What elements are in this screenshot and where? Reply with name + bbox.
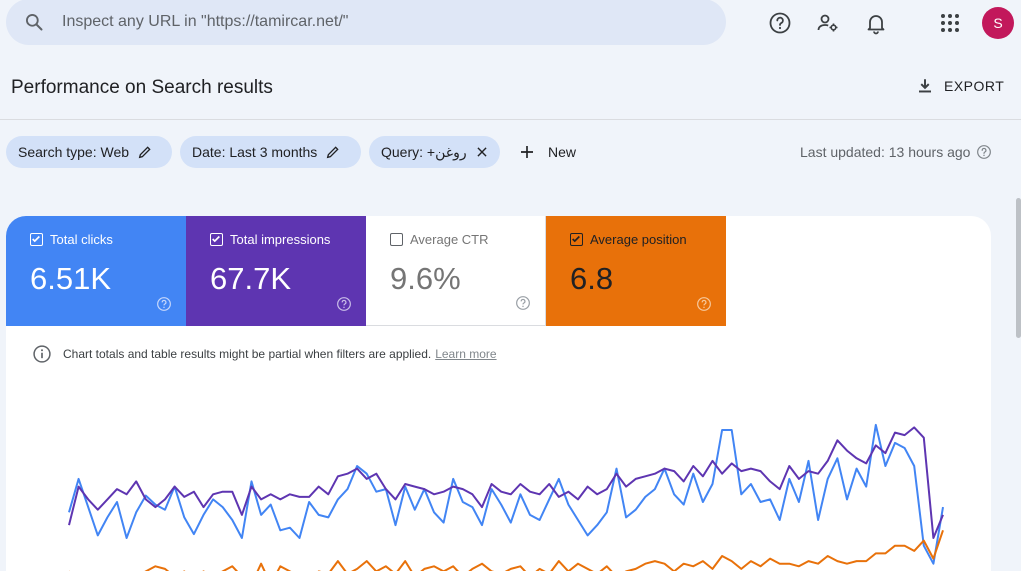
edit-icon[interactable] [325,144,341,160]
search-icon [26,14,43,31]
last-updated: Last updated: 13 hours ago [800,136,992,168]
performance-card: Total clicks 6.51K Total impressions 67.… [6,216,991,571]
info-icon [33,345,51,363]
metric-average-ctr[interactable]: Average CTR 9.6% [366,216,546,326]
notice-text: Chart totals and table results might be … [63,347,432,361]
series-line-average-position [69,529,944,571]
metric-total-impressions[interactable]: Total impressions 67.7K [186,216,366,326]
metric-value: 6.51K [30,261,112,296]
series-line-total-clicks [68,423,944,565]
help-icon[interactable] [156,296,172,312]
download-icon [919,79,931,93]
help-icon[interactable] [976,144,992,160]
export-label: EXPORT [944,78,1005,94]
checkbox-checked-icon[interactable] [570,233,583,246]
divider [0,119,1021,120]
metric-value: 6.8 [570,261,614,296]
close-icon[interactable] [475,145,489,159]
chip-label: Date: Last 3 months [192,144,318,160]
plus-icon [521,146,533,158]
help-icon[interactable] [768,11,792,35]
page-title: Performance on Search results [11,77,273,98]
metric-label: Average position [590,232,687,247]
metric-average-position[interactable]: Average position 6.8 [546,216,726,326]
search-input[interactable]: Inspect any URL in "https://tamircar.net… [62,13,348,31]
partial-data-notice: Chart totals and table results might be … [32,344,497,364]
metric-label: Total clicks [50,232,113,247]
filter-chip-date[interactable]: Date: Last 3 months [180,136,361,168]
manage-users-icon[interactable] [816,11,840,35]
learn-more-link[interactable]: Learn more [435,347,496,361]
metric-value: 9.6% [390,261,461,296]
checkbox-unchecked-icon[interactable] [390,233,403,246]
search-bar[interactable]: Inspect any URL in "https://tamircar.net… [6,0,726,45]
help-icon[interactable] [336,296,352,312]
metric-label: Average CTR [410,232,489,247]
chip-label: Query: +روغن [381,143,467,160]
avatar[interactable]: S [982,7,1014,39]
checkbox-checked-icon[interactable] [30,233,43,246]
metric-label: Total impressions [230,232,331,247]
help-icon[interactable] [515,295,531,311]
filter-chip-search-type[interactable]: Search type: Web [6,136,172,168]
checkbox-checked-icon[interactable] [210,233,223,246]
performance-chart[interactable] [6,402,991,571]
help-icon[interactable] [696,296,712,312]
filter-chip-query[interactable]: Query: +روغن [369,136,500,168]
export-button[interactable]: EXPORT [916,77,1004,95]
chip-label: Search type: Web [18,144,130,160]
new-filter-label: New [548,144,577,160]
metric-total-clicks[interactable]: Total clicks 6.51K [6,216,186,326]
scrollbar[interactable] [1016,198,1021,338]
notifications-icon[interactable] [864,11,888,35]
edit-icon[interactable] [137,144,153,160]
new-filter-button[interactable]: New [518,136,576,168]
apps-icon[interactable] [938,11,962,35]
metric-value: 67.7K [210,261,292,296]
last-updated-text: Last updated: 13 hours ago [800,144,971,160]
